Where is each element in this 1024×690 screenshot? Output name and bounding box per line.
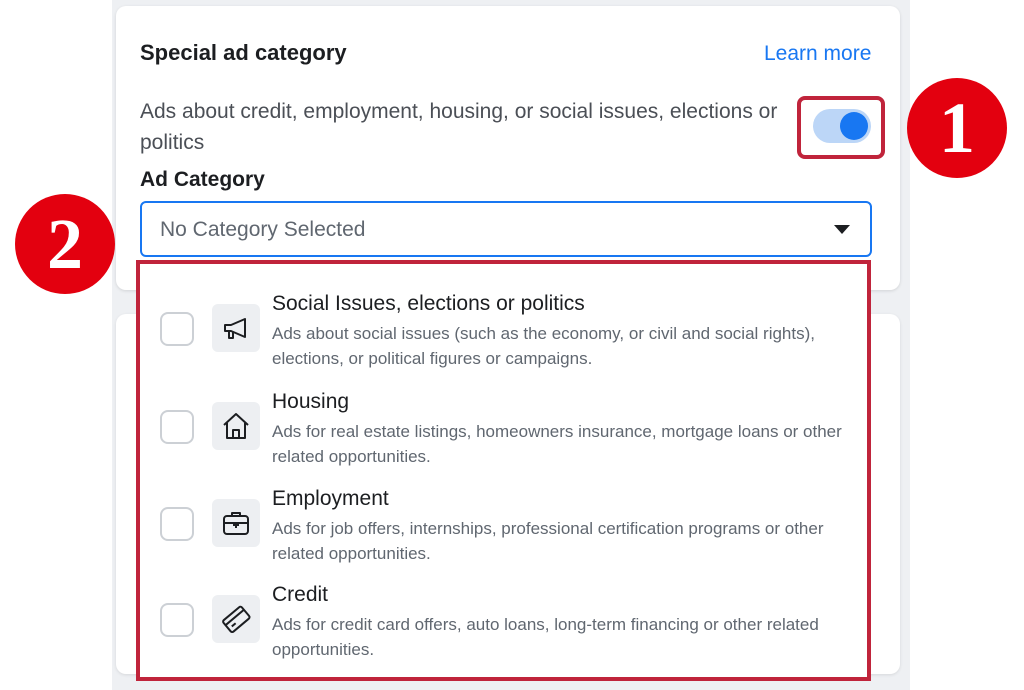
step-badge-1: 1 bbox=[907, 78, 1007, 178]
house-icon bbox=[212, 402, 260, 450]
option-description: Ads for credit card offers, auto loans, … bbox=[272, 615, 819, 659]
ad-category-select[interactable]: No Category Selected bbox=[140, 201, 872, 257]
special-category-toggle[interactable] bbox=[813, 109, 871, 143]
select-value: No Category Selected bbox=[160, 218, 366, 241]
toggle-knob bbox=[840, 112, 868, 140]
learn-more-link[interactable]: Learn more bbox=[764, 42, 871, 66]
toggle-description: Ads about credit, employment, housing, o… bbox=[140, 100, 778, 154]
option-title: Housing bbox=[272, 390, 350, 413]
briefcase-icon bbox=[212, 499, 260, 547]
caret-down-icon bbox=[834, 225, 850, 234]
option-title: Social Issues, elections or politics bbox=[272, 292, 585, 315]
option-social-issues[interactable]: Social Issues, elections or politics Ads… bbox=[140, 286, 867, 382]
ad-category-label: Ad Category bbox=[140, 168, 265, 191]
checkbox[interactable] bbox=[160, 312, 194, 346]
option-title: Credit bbox=[272, 583, 329, 606]
option-credit[interactable]: Credit Ads for credit card offers, auto … bbox=[140, 577, 867, 673]
checkbox[interactable] bbox=[160, 507, 194, 541]
option-description: Ads for job offers, internships, profess… bbox=[272, 519, 824, 563]
step-badge-2: 2 bbox=[15, 194, 115, 294]
checkbox[interactable] bbox=[160, 410, 194, 444]
option-description: Ads about social issues (such as the eco… bbox=[272, 324, 815, 368]
checkbox[interactable] bbox=[160, 603, 194, 637]
category-dropdown: Social Issues, elections or politics Ads… bbox=[136, 260, 871, 681]
option-housing[interactable]: Housing Ads for real estate listings, ho… bbox=[140, 384, 867, 480]
option-employment[interactable]: Employment Ads for job offers, internshi… bbox=[140, 481, 867, 577]
megaphone-icon bbox=[212, 304, 260, 352]
option-title: Employment bbox=[272, 487, 389, 510]
credit-card-icon bbox=[212, 595, 260, 643]
option-description: Ads for real estate listings, homeowners… bbox=[272, 422, 842, 466]
card-title: Special ad category bbox=[140, 40, 347, 65]
